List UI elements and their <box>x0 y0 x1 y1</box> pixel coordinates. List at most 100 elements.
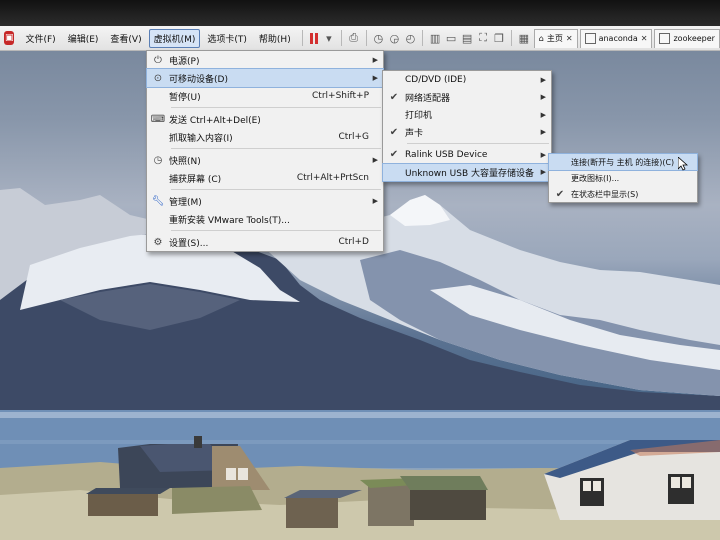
menu-divider <box>171 230 381 231</box>
menu-item-label: 在状态栏中显示(S) <box>571 189 639 199</box>
menu-file[interactable]: 文件(F) <box>20 29 60 48</box>
menu-item-label: 设置(S)... <box>169 238 209 249</box>
snapshot-icon: ◷ <box>153 154 163 166</box>
toolbar-separator <box>340 30 342 46</box>
menu-item-connect-disconnect[interactable]: 连接(断开与 主机 的连接)(C) <box>548 153 698 171</box>
menu-item-unknown-usb-storage[interactable]: Unknown USB 大容量存储设备 ▶ <box>382 162 552 182</box>
vmware-logo-icon: ▣ <box>4 31 15 45</box>
shortcut-text: Ctrl+Alt+PrtScn <box>296 173 369 183</box>
screen-bezel <box>0 0 720 26</box>
menu-item-grab-input[interactable]: 抓取输入内容(I) Ctrl+G <box>147 128 383 146</box>
close-icon[interactable]: ✕ <box>641 34 648 43</box>
tab-label: anaconda <box>598 34 638 43</box>
menu-divider <box>407 143 549 144</box>
menu-item-label: 快照(N) <box>169 156 201 167</box>
menu-item-snapshot[interactable]: ◷ 快照(N) ▶ <box>147 151 383 169</box>
menu-divider <box>171 189 381 190</box>
menu-item-label: 网络适配器 <box>405 93 451 104</box>
menu-item-label: 抓取输入内容(I) <box>169 133 233 144</box>
wrench-icon: 🔧︎ <box>151 195 165 207</box>
submenu-arrow-icon: ▶ <box>372 197 378 205</box>
menu-item-manage[interactable]: 🔧︎ 管理(M) ▶ <box>147 192 383 210</box>
menu-item-label: Unknown USB 大容量存储设备 <box>405 168 534 179</box>
submenu-arrow-icon: ▶ <box>372 56 378 64</box>
tab-zookeeper[interactable]: zookeeper <box>654 28 720 48</box>
submenu-arrow-icon: ▶ <box>540 128 546 137</box>
fullscreen-icon[interactable]: ⛶ <box>477 30 489 46</box>
chevron-down-icon[interactable]: ▾ <box>323 30 335 46</box>
snapshot-manager-icon[interactable]: ◴ <box>404 30 416 46</box>
menu-item-power[interactable]: ⏻ 电源(P) ▶ <box>147 51 383 69</box>
menu-item-change-icon[interactable]: 更改图标(I)... <box>549 170 697 186</box>
keyboard-icon: ⌨ <box>150 113 166 125</box>
submenu-arrow-icon: ▶ <box>540 75 546 84</box>
menu-item-settings[interactable]: ⚙ 设置(S)... Ctrl+D <box>147 233 383 251</box>
unity-icon[interactable]: ❐ <box>493 30 505 46</box>
submenu-arrow-icon: ▶ <box>540 93 546 102</box>
submenu-arrow-icon: ▶ <box>372 74 378 82</box>
menu-view[interactable]: 查看(V) <box>105 29 146 48</box>
menu-divider <box>171 148 381 149</box>
revert-snapshot-icon[interactable]: ◶ <box>388 30 400 46</box>
menu-item-send-ctrl-alt-del[interactable]: ⌨ 发送 Ctrl+Alt+Del(E) <box>147 110 383 128</box>
menu-item-removable-devices[interactable]: ⊙ 可移动设备(D) ▶ <box>146 68 384 88</box>
menu-item-label: CD/DVD (IDE) <box>405 74 467 85</box>
menu-edit[interactable]: 编辑(E) <box>63 29 104 48</box>
menu-item-label: 打印机 <box>405 111 433 122</box>
home-icon: ⌂ <box>538 34 544 43</box>
menu-divider <box>171 107 381 108</box>
menu-tabs[interactable]: 选项卡(T) <box>202 29 252 48</box>
checkmark-icon: ✔ <box>389 149 399 161</box>
menu-item-pause[interactable]: 暂停(U) Ctrl+Shift+P <box>147 87 383 105</box>
menu-item-label: 捕获屏幕 (C) <box>169 174 222 185</box>
submenu-arrow-icon: ▶ <box>540 150 546 159</box>
submenu-arrow-icon: ▶ <box>372 156 378 164</box>
submenu-arrow-icon: ▶ <box>540 168 546 177</box>
menu-item-reinstall-vmware-tools[interactable]: 重新安装 VMware Tools(T)... <box>147 210 383 228</box>
console-view-icon[interactable]: ▤ <box>461 30 473 46</box>
menu-item-label: 重新安装 VMware Tools(T)... <box>169 215 290 226</box>
menu-help[interactable]: 帮助(H) <box>254 29 296 48</box>
tab-anaconda[interactable]: anaconda ✕ <box>579 28 653 48</box>
library-icon[interactable]: ▥ <box>429 30 441 46</box>
mouse-cursor-icon <box>678 157 688 171</box>
send-keys-icon[interactable]: ⎙ <box>348 30 360 46</box>
checkmark-icon: ✔ <box>389 126 399 138</box>
power-icon: ⏻ <box>154 54 162 66</box>
vm-icon <box>659 33 671 44</box>
toolbar-separator <box>422 30 424 46</box>
usb-device-submenu: 连接(断开与 主机 的连接)(C) 更改图标(I)... ✔ 在状态栏中显示(S… <box>548 153 698 203</box>
vm-dropdown-menu: ⏻ 电源(P) ▶ ⊙ 可移动设备(D) ▶ 暂停(U) Ctrl+Shift+… <box>146 50 384 252</box>
checkmark-icon: ✔ <box>389 91 399 103</box>
vm-icon <box>584 33 596 44</box>
menu-item-capture-screen[interactable]: 捕获屏幕 (C) Ctrl+Alt+PrtScn <box>147 169 383 187</box>
toolbar-separator <box>365 30 367 46</box>
snapshot-icon[interactable]: ◷ <box>372 30 384 46</box>
tab-label: zookeeper <box>673 34 715 43</box>
menu-item-sound-card[interactable]: ✔ 声卡 ▶ <box>383 124 551 142</box>
menu-item-show-in-statusbar[interactable]: ✔ 在状态栏中显示(S) <box>549 186 697 202</box>
submenu-arrow-icon: ▶ <box>540 110 546 119</box>
menu-item-label: 更改图标(I)... <box>571 173 620 183</box>
menu-item-label: 电源(P) <box>169 56 200 67</box>
menu-item-cddvd[interactable]: CD/DVD (IDE) ▶ <box>383 71 551 89</box>
toolbar-separator <box>511 30 512 46</box>
menu-item-label: 发送 Ctrl+Alt+Del(E) <box>169 115 261 126</box>
close-icon[interactable]: ✕ <box>566 34 573 43</box>
menu-item-label: Ralink USB Device <box>405 149 488 160</box>
pause-icon[interactable] <box>308 31 318 45</box>
show-library-icon[interactable]: ▦ <box>518 30 530 46</box>
menu-item-ralink-usb[interactable]: ✔ Ralink USB Device ▶ <box>383 146 551 164</box>
menu-item-label: 管理(M) <box>169 197 202 208</box>
menu-vm[interactable]: 虚拟机(M) <box>148 28 201 48</box>
thumbnail-bar-icon[interactable]: ▭ <box>445 30 457 46</box>
menu-item-network-adapter[interactable]: ✔ 网络适配器 ▶ <box>383 89 551 107</box>
checkmark-icon: ✔ <box>555 188 565 200</box>
toolbar-separator <box>301 30 303 46</box>
shortcut-text: Ctrl+G <box>338 132 369 142</box>
menu-item-label: 声卡 <box>405 128 424 139</box>
tab-label: 主页 <box>546 34 563 43</box>
vmware-menubar: ▣ 文件(F) 编辑(E) 查看(V) 虚拟机(M) 选项卡(T) 帮助(H) … <box>0 26 720 51</box>
menu-item-printer[interactable]: 打印机 ▶ <box>383 106 551 124</box>
tab-home[interactable]: ⌂ 主页 ✕ <box>533 28 578 48</box>
